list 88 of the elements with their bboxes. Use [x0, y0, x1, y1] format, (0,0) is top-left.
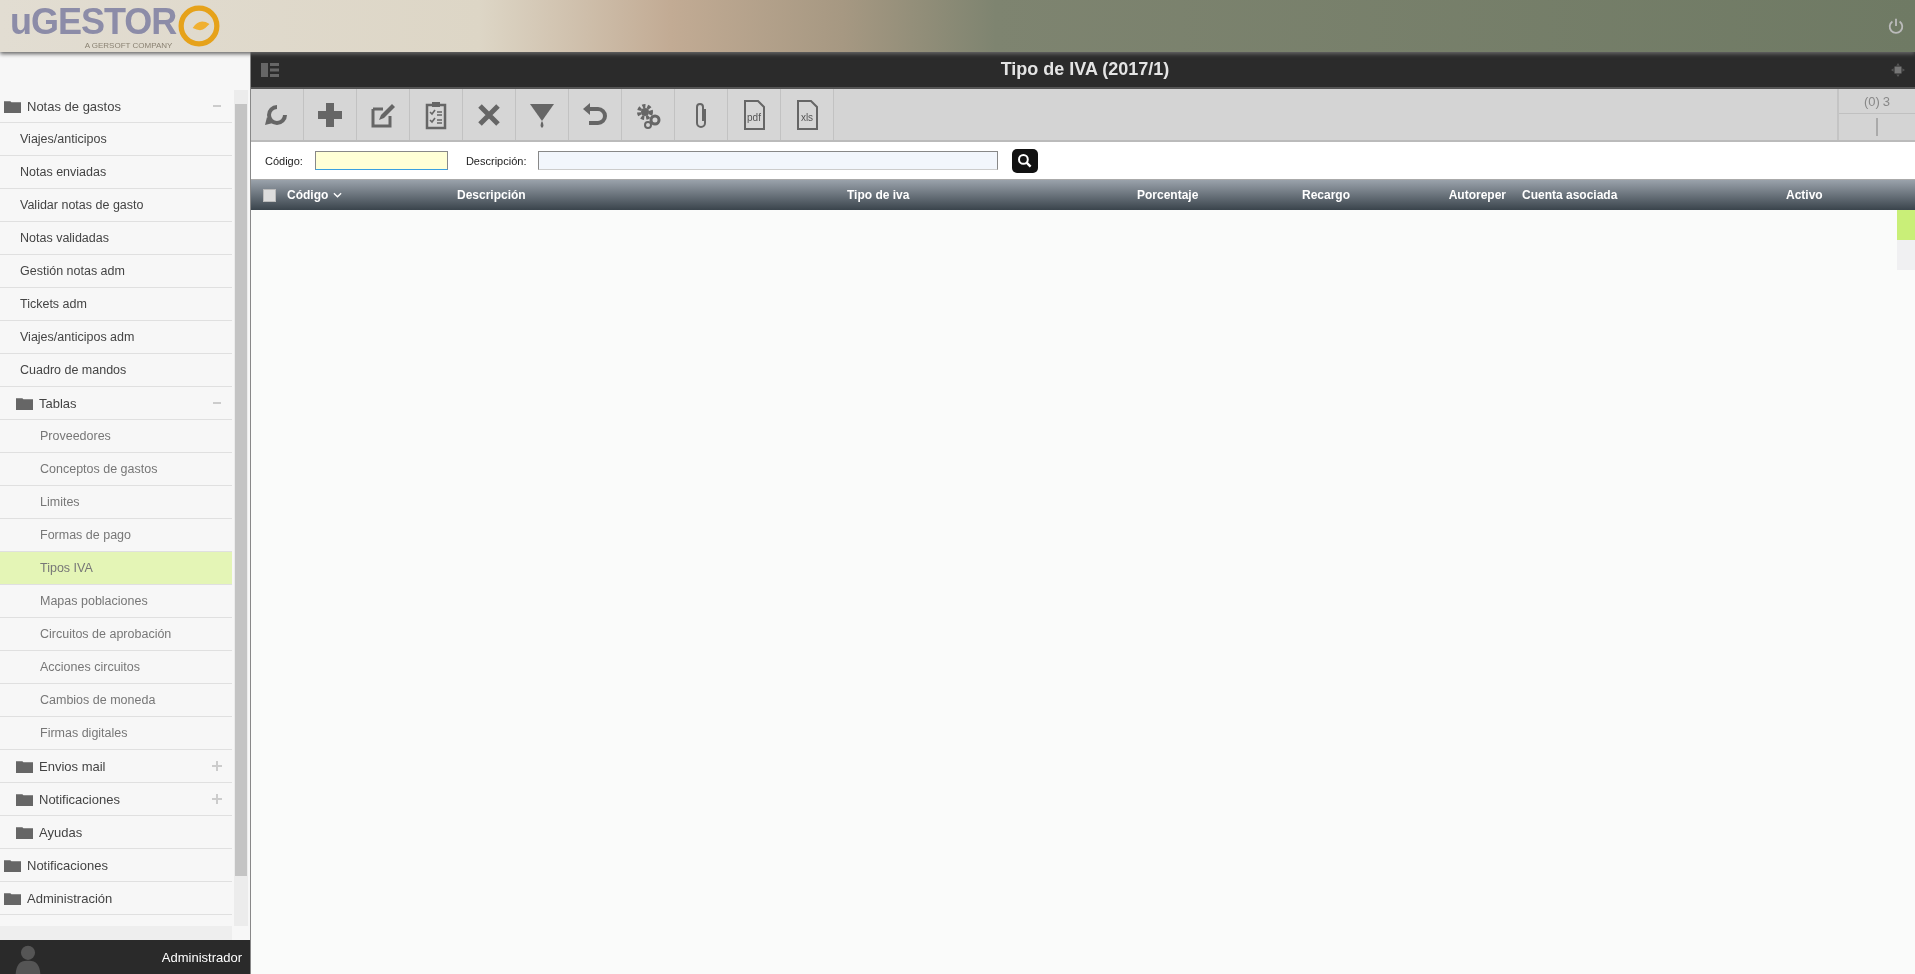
- sidebar-item[interactable]: Tickets adm: [0, 288, 232, 321]
- folder-icon: [4, 858, 21, 872]
- sidebar-item[interactable]: Proveedores: [0, 420, 232, 453]
- column-header[interactable]: Código: [287, 188, 457, 202]
- total-count: 3: [1882, 93, 1891, 109]
- sidebar-item[interactable]: Viajes/anticipos: [0, 123, 232, 156]
- folder-icon: [16, 396, 33, 410]
- user-silhouette-icon: [14, 944, 42, 974]
- search-button[interactable]: [1012, 148, 1039, 173]
- sidebar-item[interactable]: Tablas: [0, 387, 232, 420]
- sidebar-item[interactable]: Notas enviadas: [0, 156, 232, 189]
- sidebar-label: Formas de pago: [40, 528, 133, 542]
- horizontal-scrollbar[interactable]: [0, 926, 232, 940]
- sidebar-item[interactable]: Administración: [0, 882, 232, 915]
- sidebar-label: Tablas: [39, 395, 78, 411]
- filter-label: Descripción:: [465, 154, 527, 167]
- sidebar-item[interactable]: Cuadro de mandos: [0, 354, 232, 387]
- column-header[interactable]: Autoreper: [1422, 188, 1522, 202]
- column-header[interactable]: Recargo: [1302, 188, 1422, 202]
- sidebar-label: Administración: [27, 890, 114, 906]
- sidebar-item[interactable]: Notificaciones: [0, 783, 232, 816]
- sidebar-label: Cuadro de mandos: [20, 363, 128, 377]
- selected-count: (0): [1863, 93, 1880, 109]
- logo-text: uGESTOR: [10, 2, 177, 41]
- sidebar-label: Envios mail: [39, 758, 107, 774]
- sidebar-label: Viajes/anticipos adm: [20, 330, 136, 344]
- sidebar-item[interactable]: Ayudas: [0, 816, 232, 849]
- filter-field[interactable]: [314, 151, 448, 170]
- column-header[interactable]: Activo: [1786, 188, 1915, 202]
- sidebar-label: Notas enviadas: [20, 165, 108, 179]
- scrollbar[interactable]: [234, 90, 248, 926]
- sidebar-item[interactable]: Viajes/anticipos adm: [0, 321, 232, 354]
- sidebar-label: Notificaciones: [39, 791, 121, 807]
- sidebar-item[interactable]: Mapas poblaciones: [0, 585, 232, 618]
- sidebar-item[interactable]: Notas validadas: [0, 222, 232, 255]
- sidebar-label: Gestión notas adm: [20, 264, 126, 278]
- filter-label: Código:: [265, 154, 303, 167]
- document-type-label: pdf: [746, 112, 762, 123]
- select-all-checkbox[interactable]: [263, 188, 276, 202]
- column-header[interactable]: Porcentaje: [1137, 188, 1302, 202]
- sidebar-label: Viajes/anticipos: [20, 132, 108, 146]
- sidebar-label: Proveedores: [40, 429, 112, 443]
- sort-caret-icon: [333, 192, 343, 198]
- sidebar-label: Notificaciones: [27, 857, 109, 873]
- sidebar-item[interactable]: Limites: [0, 486, 232, 519]
- sidebar-item[interactable]: Notas de gastos: [0, 90, 232, 123]
- sidebar-item[interactable]: Acciones circuitos: [0, 651, 232, 684]
- logo-mark-icon: [178, 5, 221, 47]
- filter-field[interactable]: [538, 151, 999, 170]
- window-title: Tipo de IVA (2017/1): [1000, 59, 1170, 80]
- sidebar-label: Cambios de moneda: [40, 693, 157, 707]
- sidebar-item[interactable]: Notificaciones: [0, 849, 232, 882]
- sidebar-label: Tipos IVA: [40, 561, 94, 575]
- sidebar-item[interactable]: Circuitos de aprobación: [0, 618, 232, 651]
- folder-icon: [4, 99, 21, 113]
- sidebar-label: Conceptos de gastos: [40, 462, 159, 476]
- sidebar-item[interactable]: Validar notas de gasto: [0, 189, 232, 222]
- column-header[interactable]: Tipo de iva: [847, 188, 1137, 202]
- sidebar-label: Tickets adm: [20, 297, 88, 311]
- sidebar-label: Validar notas de gasto: [20, 198, 145, 212]
- sidebar-toggle-icon[interactable]: [261, 62, 279, 77]
- move-icon[interactable]: [1891, 62, 1905, 77]
- side-marker: [1897, 210, 1915, 240]
- sidebar-label: Ayudas: [39, 824, 84, 840]
- sidebar-label: Firmas digitales: [40, 726, 129, 740]
- sidebar-label: Limites: [40, 495, 81, 509]
- folder-icon: [16, 825, 33, 839]
- column-header[interactable]: Cuenta asociada: [1522, 188, 1786, 202]
- user-name: Administrador: [161, 949, 242, 965]
- sidebar-label: Notas validadas: [20, 231, 110, 245]
- sidebar-item[interactable]: Tipos IVA: [0, 552, 232, 585]
- folder-icon: [16, 792, 33, 806]
- column-header[interactable]: Descripción: [457, 188, 847, 202]
- sidebar-label: Notas de gastos: [27, 98, 122, 114]
- sidebar-label: Circuitos de aprobación: [40, 627, 173, 641]
- sidebar-item[interactable]: Envios mail: [0, 750, 232, 783]
- sidebar-item[interactable]: Gestión notas adm: [0, 255, 232, 288]
- sidebar-item[interactable]: Firmas digitales: [0, 717, 232, 750]
- power-icon[interactable]: [1887, 17, 1905, 35]
- folder-icon: [4, 891, 21, 905]
- sidebar-label: Mapas poblaciones: [40, 594, 149, 608]
- sidebar-item[interactable]: Conceptos de gastos: [0, 453, 232, 486]
- logo-tagline: A GERSOFT COMPANY: [84, 40, 173, 50]
- search-icon: [1017, 152, 1034, 169]
- sidebar-label: Acciones circuitos: [40, 660, 142, 674]
- folder-icon: [16, 759, 33, 773]
- sidebar-item[interactable]: Cambios de moneda: [0, 684, 232, 717]
- document-type-label: xls: [799, 112, 815, 123]
